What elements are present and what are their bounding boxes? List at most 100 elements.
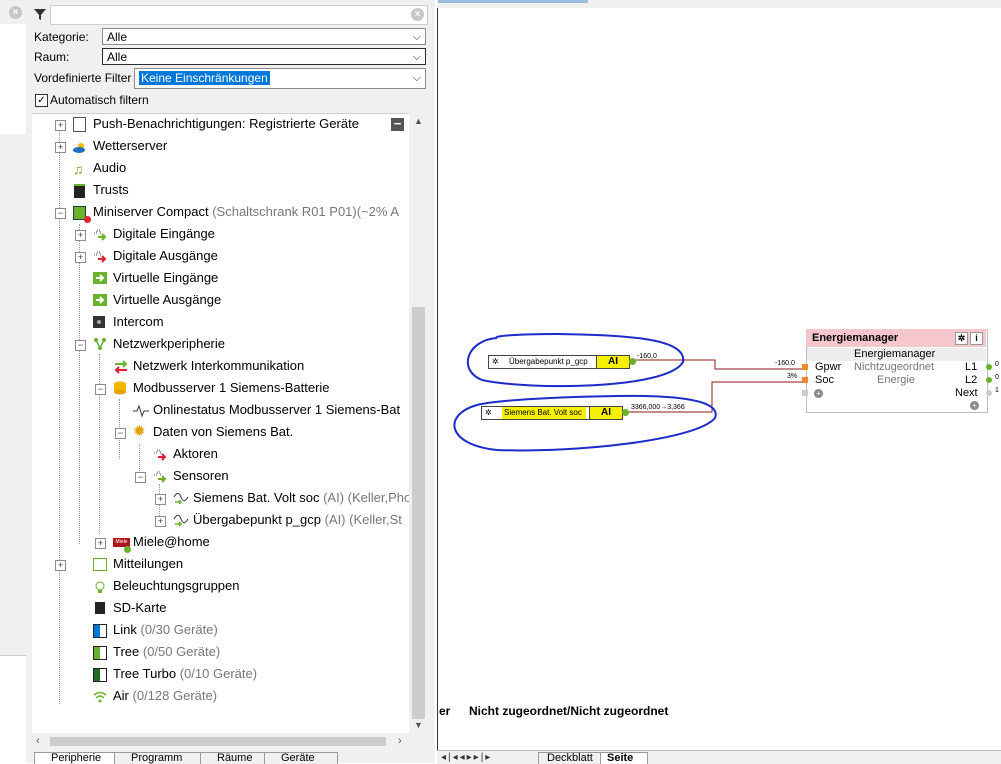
tree-item-modbusserver[interactable]: Modbusserver 1 Siemens-Batterie — [133, 378, 330, 398]
tree-item-netzwerkperipherie[interactable]: Netzwerkperipherie — [113, 334, 225, 354]
add-input-icon[interactable]: + — [814, 389, 823, 398]
tree-item-netzwerk-interkommunikation[interactable]: Netzwerk Interkommunikation — [133, 356, 304, 376]
miniserver-detail: (Schaltschrank R01 P01)(~2% A — [212, 204, 400, 219]
clear-filter-icon[interactable]: × — [411, 8, 424, 21]
notification-icon — [93, 558, 107, 571]
scroll-left-icon[interactable]: ‹ — [36, 735, 40, 747]
page-tab-deckblatt[interactable]: Deckblatt — [538, 752, 602, 764]
tree-item-push[interactable]: Push-Benachrichtigungen: Registrierte Ge… — [93, 114, 359, 134]
tree-item-intercom[interactable]: Intercom — [113, 312, 164, 332]
kategorie-select[interactable]: Alle ⌵ — [102, 28, 426, 45]
offline-dot-icon — [84, 216, 91, 223]
kategorie-label: Kategorie: — [34, 30, 89, 44]
page-frame-room-category: Nicht zugeordnet/Nicht zugeordnet — [469, 704, 669, 718]
left-strip-lower — [0, 655, 26, 764]
sensor-uebergabepunkt-detail: (AI) (Keller,St — [324, 512, 402, 527]
tree-item-miele[interactable]: Miele@home — [133, 532, 210, 552]
page-navigation-arrows-icon[interactable]: ◂|◂◂▸▸|▸ — [441, 752, 492, 763]
output-connector-icon[interactable] — [986, 364, 992, 370]
tree-item-miniserver[interactable]: Miniserver Compact (Schaltschrank R01 P0… — [93, 202, 399, 222]
chevron-down-icon: ⌵ — [412, 72, 421, 84]
tree-item-virtuelle-eingaenge[interactable]: Virtuelle Eingänge — [113, 268, 218, 288]
scroll-right-icon[interactable]: › — [398, 735, 402, 747]
sensor-icon — [153, 470, 167, 484]
vordef-filter-select[interactable]: Keine Einschränkungen ⌵ — [134, 68, 426, 89]
input-connector-icon[interactable] — [802, 390, 808, 396]
tree-item-wetterserver[interactable]: Wetterserver — [93, 136, 167, 156]
gear-icon[interactable]: ✲ — [955, 332, 968, 345]
tab-programm[interactable]: Programm — [114, 752, 206, 764]
tree-turbo-extension-icon — [93, 668, 107, 682]
info-icon[interactable]: i — [970, 332, 983, 345]
trust-icon — [74, 184, 85, 198]
close-icon[interactable]: × — [9, 6, 22, 19]
auto-filter-checkbox[interactable]: ✓ — [35, 94, 48, 107]
left-side-strip: × — [0, 0, 31, 764]
energiemanager-title-bar[interactable]: Energiemanager ✲ i — [806, 329, 986, 347]
virtual-input-icon — [93, 272, 107, 284]
tree-item-daten-siemens[interactable]: Daten von Siemens Bat. — [153, 422, 293, 442]
wire2-value: 3% — [787, 373, 798, 380]
tree-item-aktoren[interactable]: Aktoren — [173, 444, 218, 464]
left-strip-content — [0, 24, 26, 134]
virtual-output-icon — [93, 294, 107, 306]
block2-type: AI — [589, 407, 622, 419]
raum-value: Alle — [107, 50, 128, 64]
input-connector-icon[interactable] — [802, 364, 808, 370]
tree-item-link[interactable]: Link (0/30 Geräte) — [113, 620, 218, 640]
add-output-icon[interactable]: + — [970, 401, 979, 410]
tab-geraete[interactable]: Geräte — [264, 752, 338, 764]
filter-icon — [33, 7, 47, 21]
tree-item-sensor-volt-soc[interactable]: Siemens Bat. Volt soc (AI) (Keller,Pho — [193, 488, 409, 508]
input-connector-icon[interactable] — [802, 377, 808, 383]
tree-vertical-scroll-thumb[interactable] — [412, 307, 425, 719]
filter-search-input[interactable] — [50, 5, 428, 25]
tree-item-trusts[interactable]: Trusts — [93, 180, 129, 200]
sensor-volt-soc-detail: (AI) (Keller,Pho — [323, 490, 409, 505]
output-connector-icon[interactable] — [622, 409, 629, 416]
analog-input-block-volt-soc[interactable]: ✲ Siemens Bat. Volt soc AI — [481, 406, 623, 420]
tree-item-sensoren[interactable]: Sensoren — [173, 466, 229, 486]
raum-select[interactable]: Alle ⌵ — [102, 48, 426, 65]
tree-item-tree[interactable]: Tree (0/50 Geräte) — [113, 642, 220, 662]
tree-detail: (0/50 Geräte) — [142, 644, 221, 659]
tree-item-digitale-eingaenge[interactable]: Digitale Eingänge — [113, 224, 215, 244]
tree-turbo-label: Tree Turbo — [113, 666, 177, 681]
tree-item-beleuchtungsgruppen[interactable]: Beleuchtungsgruppen — [113, 576, 240, 596]
tree-item-onlinestatus[interactable]: Onlinestatus Modbusserver 1 Siemens-Bat — [153, 400, 400, 420]
collapse-all-button[interactable]: − — [391, 117, 404, 131]
gear-icon: ✲ — [485, 408, 492, 417]
tree-item-mitteilungen[interactable]: Mitteilungen — [113, 554, 183, 574]
block2-output-value: 3366,000→3,366 — [631, 404, 685, 411]
tree-item-virtuelle-ausgaenge[interactable]: Virtuelle Ausgänge — [113, 290, 221, 310]
link-extension-icon — [93, 624, 107, 638]
tree-horizontal-scroll-thumb[interactable] — [50, 737, 386, 746]
link-label: Link — [113, 622, 137, 637]
digital-input-icon — [93, 228, 107, 242]
sensor-uebergabepunkt-label: Übergabepunkt p_gcp — [193, 512, 321, 527]
page-tab-seite[interactable]: Seite — [600, 752, 648, 764]
output-connector-icon[interactable] — [986, 377, 992, 383]
tree-item-digitale-ausgaenge[interactable]: Digitale Ausgänge — [113, 246, 218, 266]
tree-item-sensor-uebergabepunkt[interactable]: Übergabepunkt p_gcp (AI) (Keller,St — [193, 510, 402, 530]
output-connector-icon[interactable] — [629, 358, 636, 365]
intercom-icon — [93, 316, 105, 328]
energiemanager-title: Energiemanager — [812, 332, 899, 344]
music-icon: ♫ — [73, 161, 84, 177]
tab-raeume[interactable]: Räume — [200, 752, 274, 764]
output-connector-icon[interactable] — [986, 390, 992, 396]
scroll-up-icon[interactable]: ▲ — [414, 116, 423, 126]
tree-item-air[interactable]: Air (0/128 Geräte) — [113, 686, 217, 706]
em-output-l1: L1 — [965, 361, 978, 373]
scroll-down-icon[interactable]: ▼ — [414, 720, 423, 730]
analog-input-block-uebergabepunkt[interactable]: ✲ Übergabepunkt p_gcp AI — [488, 355, 630, 369]
page-frame-left-text: er — [439, 704, 451, 718]
tree-item-tree-turbo[interactable]: Tree Turbo (0/10 Geräte) — [113, 664, 257, 684]
tree-item-audio[interactable]: Audio — [93, 158, 126, 178]
gear-icon: ✹ — [133, 423, 146, 440]
tab-peripherie[interactable]: Peripherie — [34, 752, 124, 764]
miniserver-label: Miniserver Compact — [93, 204, 209, 219]
online-dot-icon — [124, 546, 131, 553]
tree-item-sd-karte[interactable]: SD-Karte — [113, 598, 166, 618]
air-label: Air — [113, 688, 129, 703]
